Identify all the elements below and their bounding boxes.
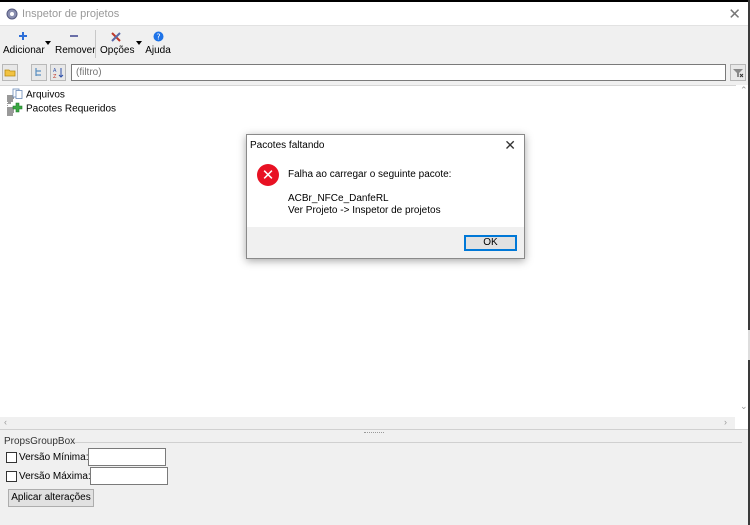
dialog-footer: OK (247, 227, 524, 258)
scroll-down-arrow-icon[interactable]: ⌄ (740, 401, 748, 412)
apply-changes-button[interactable]: Aplicar alterações (8, 489, 94, 507)
svg-text:Z: Z (53, 74, 57, 80)
add-dropdown-arrow[interactable] (45, 41, 51, 45)
tools-icon (100, 31, 132, 43)
files-icon (12, 88, 23, 102)
help-icon: ? (145, 31, 171, 43)
dialog-message: Falha ao carregar o seguinte pacote: (288, 169, 452, 180)
dialog-hint: Ver Projeto -> Inspetor de projetos (288, 205, 441, 216)
max-version-checkbox[interactable] (6, 471, 17, 482)
remove-button[interactable]: Remover (55, 31, 96, 56)
tree-item-files[interactable]: Arquivos (12, 88, 65, 102)
props-group-box: PropsGroupBox Versão Mínima: Versão Máxi… (0, 435, 750, 525)
folder-icon (4, 69, 16, 77)
min-version-label: Versão Mínima: (19, 452, 89, 463)
max-version-label: Versão Máxima: (19, 471, 91, 482)
app-icon (6, 7, 18, 24)
tree-connector (7, 95, 11, 110)
minus-icon (55, 31, 93, 43)
error-icon: ✕ (257, 164, 279, 186)
min-version-checkbox[interactable] (6, 452, 17, 463)
window-title: Inspetor de projetos (22, 8, 120, 20)
close-icon[interactable]: ✕ (728, 5, 741, 23)
help-button[interactable]: ? Ajuda (145, 31, 171, 56)
tree-item-label: Pacotes Requeridos (26, 103, 117, 115)
filter-input[interactable] (71, 64, 726, 81)
horizontal-scrollbar[interactable]: ‹ › (0, 417, 735, 429)
splitter-grip[interactable] (364, 432, 384, 434)
tree-icon (35, 68, 41, 76)
scroll-left-arrow-icon[interactable]: ‹ (4, 417, 7, 427)
dialog-package-name: ACBr_NFCe_DanfeRL (288, 193, 389, 204)
sort-button[interactable]: AZ (50, 64, 66, 81)
tree-item-label: Arquivos (26, 89, 65, 101)
scroll-right-arrow-icon[interactable]: › (724, 417, 727, 427)
add-button[interactable]: Adicionar (3, 31, 45, 56)
min-version-field[interactable] (88, 448, 166, 466)
group-title: PropsGroupBox (4, 436, 76, 447)
scroll-up-arrow-icon[interactable]: ⌃ (740, 85, 748, 96)
open-folder-button[interactable] (2, 64, 18, 81)
options-label: Opções (100, 45, 135, 56)
clear-filter-button[interactable] (730, 64, 746, 81)
group-border (72, 442, 742, 443)
svg-text:?: ? (156, 33, 160, 42)
toolbar-separator (95, 30, 96, 58)
tree-item-required-packages[interactable]: Pacotes Requeridos (12, 102, 116, 116)
dialog-close-icon[interactable]: ✕ (504, 137, 516, 154)
clear-filter-icon (733, 69, 744, 78)
options-dropdown-arrow[interactable] (136, 41, 142, 45)
title-bar: Inspetor de projetos ✕ (0, 2, 750, 26)
missing-packages-dialog: Pacotes faltando ✕ ✕ Falha ao carregar o… (246, 134, 525, 259)
toolbar: Adicionar Remover Opções ? Ajuda (0, 27, 750, 62)
sort-icon: AZ (53, 68, 64, 80)
plus-icon (3, 31, 43, 43)
max-version-field[interactable] (90, 467, 168, 485)
package-icon (12, 102, 23, 116)
tree-view-button[interactable] (31, 64, 47, 81)
filter-bar: AZ (0, 62, 750, 84)
options-button[interactable]: Opções (100, 31, 135, 56)
add-label: Adicionar (3, 45, 45, 56)
dialog-title: Pacotes faltando (250, 140, 325, 151)
ok-button[interactable]: OK (464, 235, 517, 251)
help-label: Ajuda (145, 45, 171, 56)
remove-label: Remover (55, 45, 96, 56)
